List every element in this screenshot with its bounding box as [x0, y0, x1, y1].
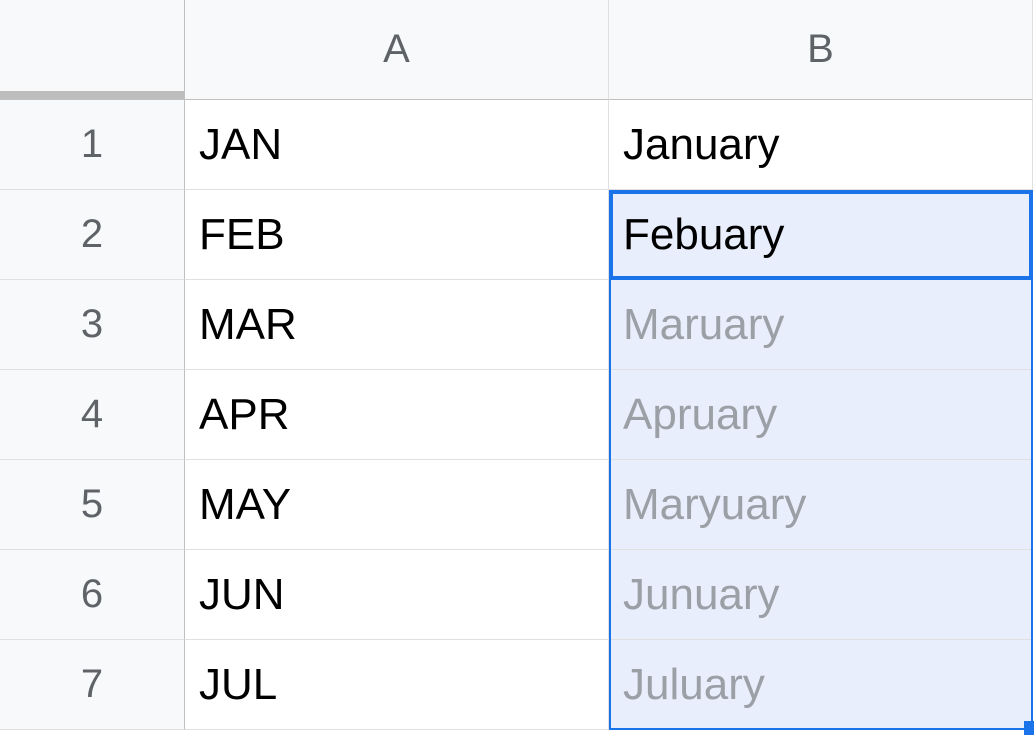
cell-B1[interactable]: January — [609, 100, 1033, 190]
cell-B4[interactable]: Apruary — [609, 370, 1033, 460]
cell-A1[interactable]: JAN — [185, 100, 609, 190]
column-header-A[interactable]: A — [185, 0, 609, 100]
row-header-3[interactable]: 3 — [0, 280, 185, 370]
cell-B5[interactable]: Maryuary — [609, 460, 1033, 550]
cell-A5[interactable]: MAY — [185, 460, 609, 550]
row-header-4[interactable]: 4 — [0, 370, 185, 460]
cell-A3[interactable]: MAR — [185, 280, 609, 370]
cell-A7[interactable]: JUL — [185, 640, 609, 730]
select-all-corner[interactable] — [0, 0, 185, 100]
cell-B6[interactable]: Junuary — [609, 550, 1033, 640]
row-header-7[interactable]: 7 — [0, 640, 185, 730]
cell-A2[interactable]: FEB — [185, 190, 609, 280]
cell-B3[interactable]: Maruary — [609, 280, 1033, 370]
cell-A4[interactable]: APR — [185, 370, 609, 460]
row-header-5[interactable]: 5 — [0, 460, 185, 550]
cell-B7[interactable]: Juluary — [609, 640, 1033, 730]
row-header-6[interactable]: 6 — [0, 550, 185, 640]
row-header-1[interactable]: 1 — [0, 100, 185, 190]
cell-A6[interactable]: JUN — [185, 550, 609, 640]
cell-B2[interactable]: Febuary — [609, 190, 1033, 280]
row-header-2[interactable]: 2 — [0, 190, 185, 280]
column-header-B[interactable]: B — [609, 0, 1033, 100]
spreadsheet-grid[interactable]: A B 1 JAN January 2 FEB Febuary 3 MAR Ma… — [0, 0, 1034, 730]
